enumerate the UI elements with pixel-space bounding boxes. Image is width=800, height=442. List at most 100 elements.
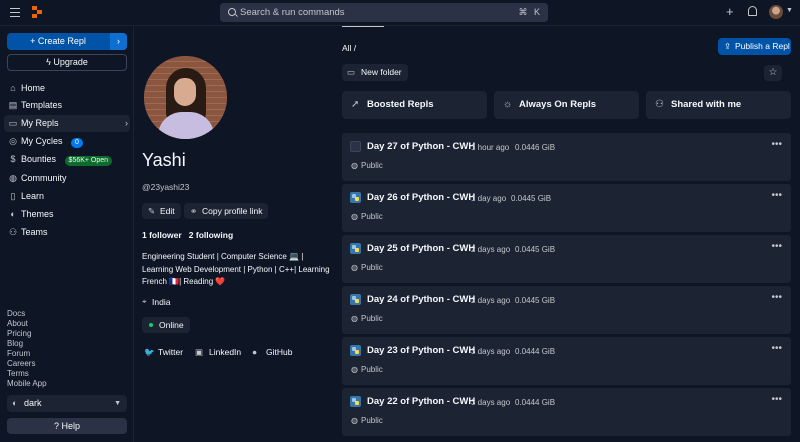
notifications-bell-icon[interactable]: [748, 6, 757, 16]
repl-size: 0.0446 GiB: [515, 143, 556, 152]
profile-photo: [144, 56, 227, 139]
create-plus-icon[interactable]: +: [726, 5, 734, 19]
more-options-icon[interactable]: •••: [771, 292, 782, 303]
repl-size: 0.0445 GiB: [515, 296, 556, 305]
more-options-icon[interactable]: •••: [771, 241, 782, 252]
repl-title[interactable]: Day 26 of Python - CWH: [367, 192, 475, 203]
help-icon: ?: [53, 421, 62, 431]
more-options-icon[interactable]: •••: [771, 190, 782, 201]
repl-row[interactable]: Day 27 of Python - CWH 1 hour ago 0.0446…: [342, 133, 791, 181]
category-boosted-repls[interactable]: ➚ Boosted Repls: [342, 91, 487, 119]
search-bar[interactable]: Search & run commands ⌘ K: [220, 3, 548, 22]
footer-link-terms[interactable]: Terms: [7, 369, 47, 379]
more-options-icon[interactable]: •••: [771, 394, 782, 405]
more-options-icon[interactable]: •••: [771, 343, 782, 354]
category-label: Always On Repls: [519, 99, 597, 110]
sidebar-item-label: My Repls: [21, 118, 59, 128]
sidebar-item-themes[interactable]: ◐ Themes: [4, 206, 130, 223]
footer-link-blog[interactable]: Blog: [7, 339, 47, 349]
footer-link-pricing[interactable]: Pricing: [7, 329, 47, 339]
theme-value: dark: [24, 398, 42, 408]
create-repl-main[interactable]: + Create Repl: [7, 33, 109, 50]
sidebar-item-home[interactable]: ⌂ Home: [4, 80, 130, 97]
sun-icon: ☼: [503, 99, 513, 110]
sidebar-item-my-cycles[interactable]: ◎ My Cycles 0: [4, 133, 130, 150]
sidebar-item-label: Teams: [21, 227, 48, 237]
repl-row[interactable]: Day 25 of Python - CWH 2 days ago 0.0445…: [342, 235, 791, 283]
chevron-down-icon: ▼: [114, 400, 121, 407]
location-text: India: [152, 297, 171, 307]
edit-label: Edit: [160, 206, 175, 216]
repl-title[interactable]: Day 22 of Python - CWH: [367, 396, 475, 407]
star-icon[interactable]: ☆: [764, 65, 782, 81]
chevron-right-icon[interactable]: ›: [110, 33, 127, 50]
github-link[interactable]: ● GitHub: [252, 347, 292, 357]
repl-size: 0.0445 GiB: [511, 194, 552, 203]
menu-icon[interactable]: [10, 8, 20, 17]
category-always-on-repls[interactable]: ☼ Always On Repls: [494, 91, 639, 119]
linkedin-icon: ▣: [195, 347, 204, 357]
repl-row[interactable]: Day 26 of Python - CWH 1 day ago 0.0445 …: [342, 184, 791, 232]
edit-profile-button[interactable]: ✎ Edit: [142, 203, 181, 219]
twitter-link[interactable]: 🐦 Twitter: [144, 347, 183, 357]
sidebar-item-label: Templates: [21, 100, 63, 110]
footer-link-about[interactable]: About: [7, 319, 47, 329]
sidebar-item-learn[interactable]: ▯ Learn: [4, 188, 130, 205]
python-icon: [350, 192, 361, 203]
footer-link-careers[interactable]: Careers: [7, 359, 47, 369]
repl-visibility-label: Public: [361, 263, 383, 272]
repl-visibility-label: Public: [361, 161, 383, 170]
chevron-right-icon[interactable]: ›: [125, 115, 128, 132]
breadcrumb[interactable]: All /: [342, 43, 356, 53]
chevron-down-icon[interactable]: ▼: [786, 7, 793, 14]
following-link[interactable]: 2 following: [189, 230, 233, 240]
profile-location: ⌖ India: [142, 297, 170, 307]
publish-label: Publish a Repl: [735, 41, 790, 51]
repl-row[interactable]: Day 22 of Python - CWH 3 days ago 0.0444…: [342, 388, 791, 436]
user-avatar[interactable]: [769, 5, 783, 19]
repl-row[interactable]: Day 23 of Python - CWH 3 days ago 0.0444…: [342, 337, 791, 385]
github-label: GitHub: [266, 347, 293, 357]
footer-link-mobile-app[interactable]: Mobile App: [7, 379, 47, 389]
globe-icon: ◍: [351, 263, 358, 272]
linkedin-label: LinkedIn: [209, 347, 242, 357]
repl-title[interactable]: Day 24 of Python - CWH: [367, 294, 475, 305]
repl-visibility-label: Public: [361, 212, 383, 221]
sidebar-item-community[interactable]: ◍ Community: [4, 170, 130, 187]
upgrade-button[interactable]: ϟ Upgrade: [7, 54, 127, 71]
theme-select[interactable]: ◐ dark ▼: [7, 395, 127, 412]
sidebar-item-templates[interactable]: ▤ Templates: [4, 97, 130, 114]
category-shared-with-me[interactable]: ⚇ Shared with me: [646, 91, 791, 119]
help-button[interactable]: ? Help: [7, 418, 127, 434]
sidebar-item-label: Bounties: [21, 154, 57, 164]
publish-repl-button[interactable]: ⇪ Publish a Repl: [718, 38, 791, 55]
repl-row[interactable]: Day 24 of Python - CWH 2 days ago 0.0445…: [342, 286, 791, 334]
repl-time: 3 days ago: [471, 347, 511, 356]
repl-title[interactable]: Day 23 of Python - CWH: [367, 345, 475, 356]
repl-title[interactable]: Day 27 of Python - CWH: [367, 141, 475, 152]
book-icon: ▯: [10, 191, 16, 201]
replit-logo-icon[interactable]: [32, 6, 44, 18]
folder-plus-icon: ▭: [347, 67, 356, 77]
repl-title[interactable]: Day 25 of Python - CWH: [367, 243, 475, 254]
sidebar-item-my-repls[interactable]: ▭ My Repls ›: [4, 115, 130, 132]
more-options-icon[interactable]: •••: [771, 139, 782, 150]
linkedin-link[interactable]: ▣ LinkedIn: [195, 347, 241, 357]
sidebar-item-bounties[interactable]: $ Bounties $56K+ Open: [4, 151, 130, 168]
footer-link-docs[interactable]: Docs: [7, 309, 47, 319]
category-label: Boosted Repls: [367, 99, 434, 110]
globe-icon: ◍: [351, 212, 358, 221]
repl-time: 2 days ago: [471, 245, 511, 254]
new-folder-button[interactable]: ▭ New folder: [342, 64, 408, 81]
create-repl-button[interactable]: + Create Repl ›: [7, 33, 127, 50]
link-icon: ⚭: [190, 206, 198, 216]
repl-size: 0.0445 GiB: [515, 245, 556, 254]
profile-handle: @23yashi23: [142, 182, 190, 192]
sidebar-item-teams[interactable]: ⚇ Teams: [4, 224, 130, 241]
repl-visibility: ◍ Public: [351, 365, 383, 374]
repls-panel: All / ⇪ Publish a Repl ▭ New folder ☆ ➚ …: [334, 26, 800, 442]
search-shortcut: ⌘ K: [518, 7, 542, 17]
footer-link-forum[interactable]: Forum: [7, 349, 47, 359]
followers-link[interactable]: 1 follower: [142, 230, 182, 240]
copy-profile-link-button[interactable]: ⚭ Copy profile link: [184, 203, 269, 219]
